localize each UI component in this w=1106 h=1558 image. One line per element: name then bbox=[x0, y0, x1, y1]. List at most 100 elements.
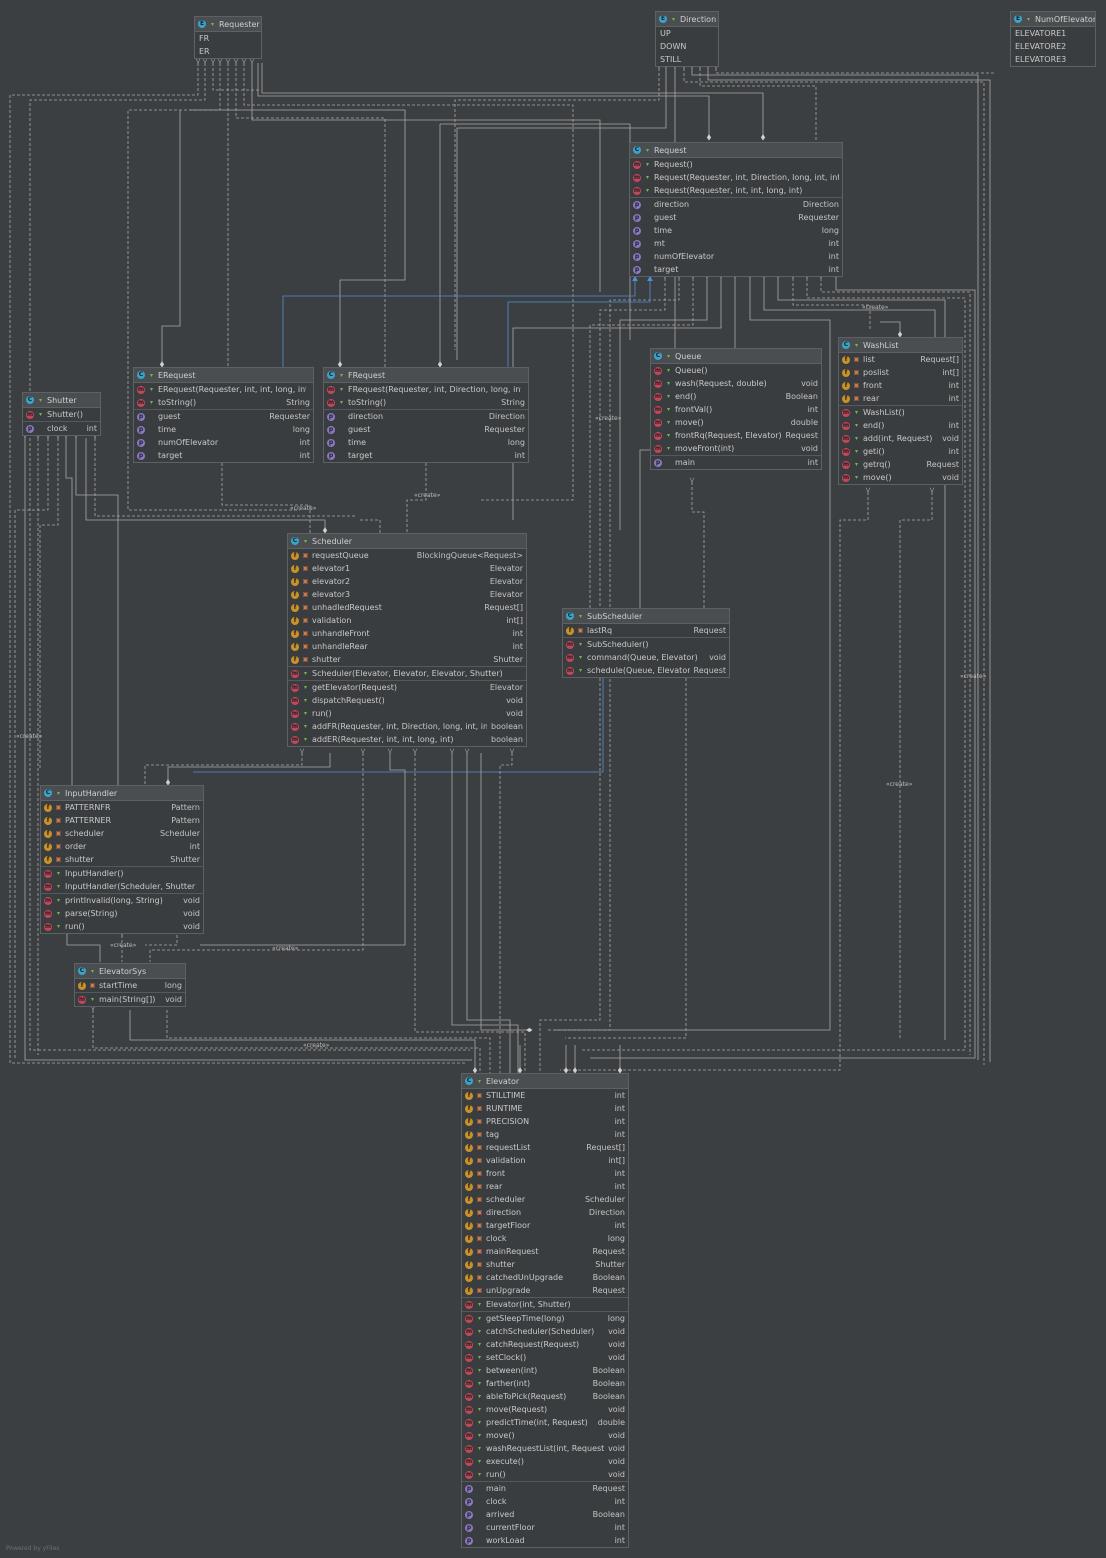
scheduler-fields-row[interactable]: f ▣ unhadledRequest Request[] bbox=[288, 601, 526, 614]
elevator-properties-row[interactable]: p clock int bbox=[462, 1495, 628, 1508]
erequest-methods-row[interactable]: m ▾ ERequest(Requester, int, int, long, in… bbox=[134, 383, 313, 396]
washlist-class-box[interactable]: C ▾ WashList f ▣ list Request[] f ▣ poslist int[] f… bbox=[838, 337, 963, 485]
queue-methods-row[interactable]: m ▾ moveFront(int) void bbox=[651, 442, 821, 455]
elevator-fields-row[interactable]: f ▣ clock long bbox=[462, 1232, 628, 1245]
shutter-methods-row[interactable]: m ▾ Shutter() bbox=[23, 408, 100, 421]
scheduler-fields-row[interactable]: f ▣ elevator1 Elevator bbox=[288, 562, 526, 575]
shutter-properties-row[interactable]: p clock int bbox=[23, 422, 100, 435]
queue-methods-row[interactable]: m ▾ move() double bbox=[651, 416, 821, 429]
num_of_elevator-class-box[interactable]: E ▾ NumOfElevator ELEVATORE1 ELEVATORE2 ELEVA… bbox=[1010, 11, 1096, 67]
elevator-fields-row[interactable]: f ▣ validation int[] bbox=[462, 1154, 628, 1167]
elevator-class-box[interactable]: C ▾ Elevator f ▣ STILLTIME int f ▣ RUNTIME int f ▣ PR… bbox=[461, 1073, 629, 1548]
elevator-fields-row[interactable]: f ▣ mainRequest Request bbox=[462, 1245, 628, 1258]
washlist-fields-row[interactable]: f ▣ poslist int[] bbox=[839, 366, 962, 379]
scheduler-methods-row[interactable]: m ▾ addFR(Requester, int, Direction, long,… bbox=[288, 720, 526, 733]
erequest-properties-row[interactable]: p target int bbox=[134, 449, 313, 462]
elevator-methods-row[interactable]: m ▾ execute() void bbox=[462, 1455, 628, 1468]
elevatorsys-methods-row[interactable]: m ▾ main(String[]) void bbox=[75, 993, 185, 1006]
elevator-methods-row[interactable]: m ▾ move(Request) void bbox=[462, 1403, 628, 1416]
scheduler-methods-row[interactable]: m ▾ run() void bbox=[288, 707, 526, 720]
inputhandler-constructors-row[interactable]: m ▾ InputHandler(Scheduler, Shutter) bbox=[41, 880, 203, 893]
scheduler-constructors-row[interactable]: m ▾ Scheduler(Elevator, Elevator, Elevator… bbox=[288, 667, 526, 680]
elevator-constructors-row[interactable]: m ▾ Elevator(int, Shutter) bbox=[462, 1298, 628, 1311]
frequest-methods-row[interactable]: m ▾ toString() String bbox=[324, 396, 528, 409]
requester-constant-row[interactable]: ER bbox=[195, 45, 261, 58]
elevator-fields-row[interactable]: f ▣ direction Direction bbox=[462, 1206, 628, 1219]
num_of_elevator-class-header[interactable]: E ▾ NumOfElevator bbox=[1011, 12, 1095, 27]
washlist-methods-row[interactable]: m ▾ WashList() bbox=[839, 406, 962, 419]
elevator-class-header[interactable]: C ▾ Elevator bbox=[462, 1074, 628, 1089]
erequest-properties-row[interactable]: p numOfElevator int bbox=[134, 436, 313, 449]
elevator-fields-row[interactable]: f ▣ STILLTIME int bbox=[462, 1089, 628, 1102]
requester-constant-row[interactable]: FR bbox=[195, 32, 261, 45]
elevator-fields-row[interactable]: f ▣ targetFloor int bbox=[462, 1219, 628, 1232]
frequest-properties-row[interactable]: p direction Direction bbox=[324, 410, 528, 423]
washlist-methods-row[interactable]: m ▾ move() void bbox=[839, 471, 962, 484]
scheduler-methods-row[interactable]: m ▾ addER(Requester, int, int, long, int) b… bbox=[288, 733, 526, 746]
scheduler-fields-row[interactable]: f ▣ elevator3 Elevator bbox=[288, 588, 526, 601]
request-class-box[interactable]: C ▾ Request m ▾ Request() m ▾ Request(Requester,… bbox=[629, 142, 843, 277]
queue-methods-row[interactable]: m ▾ frontVal() int bbox=[651, 403, 821, 416]
queue-methods-row[interactable]: m ▾ frontRq(Request, Elevator) Request bbox=[651, 429, 821, 442]
subscheduler-methods-row[interactable]: m ▾ schedule(Queue, Elevator) Request bbox=[563, 664, 729, 677]
scheduler-fields-row[interactable]: f ▣ shutter Shutter bbox=[288, 653, 526, 666]
request-class-header[interactable]: C ▾ Request bbox=[630, 143, 842, 158]
washlist-methods-row[interactable]: m ▾ add(int, Request) void bbox=[839, 432, 962, 445]
washlist-fields-row[interactable]: f ▣ front int bbox=[839, 379, 962, 392]
inputhandler-fields-row[interactable]: f ▣ PATTERNER Pattern bbox=[41, 814, 203, 827]
direction-class-box[interactable]: E ▾ Direction UP DOWN STILL bbox=[655, 11, 719, 67]
inputhandler-class-header[interactable]: C ▾ InputHandler bbox=[41, 786, 203, 801]
scheduler-fields-row[interactable]: f ▣ requestQueue BlockingQueue<Request> bbox=[288, 549, 526, 562]
queue-methods-row[interactable]: m ▾ end() Boolean bbox=[651, 390, 821, 403]
washlist-class-header[interactable]: C ▾ WashList bbox=[839, 338, 962, 353]
elevator-methods-row[interactable]: m ▾ washRequestList(int, Request) void bbox=[462, 1442, 628, 1455]
inputhandler-class-box[interactable]: C ▾ InputHandler f ▣ PATTERNFR Pattern f ▣ PATTER… bbox=[40, 785, 204, 934]
requester-class-header[interactable]: E ▾ Requester bbox=[195, 17, 261, 32]
erequest-class-header[interactable]: C ▾ ERequest bbox=[134, 368, 313, 383]
shutter-class-box[interactable]: C ▾ Shutter m ▾ Shutter() p clock int bbox=[22, 392, 101, 436]
washlist-fields-row[interactable]: f ▣ rear int bbox=[839, 392, 962, 405]
elevator-properties-row[interactable]: p main Request bbox=[462, 1482, 628, 1495]
washlist-methods-row[interactable]: m ▾ getrq() Request bbox=[839, 458, 962, 471]
inputhandler-methods-row[interactable]: m ▾ printInvalid(long, String) void bbox=[41, 894, 203, 907]
elevatorsys-class-header[interactable]: C ▾ ElevatorSys bbox=[75, 964, 185, 979]
queue-methods-row[interactable]: m ▾ Queue() bbox=[651, 364, 821, 377]
scheduler-class-header[interactable]: C ▾ Scheduler bbox=[288, 534, 526, 549]
request-properties-row[interactable]: p time long bbox=[630, 224, 842, 237]
num_of_elevator-constant-row[interactable]: ELEVATORE3 bbox=[1011, 53, 1095, 66]
frequest-properties-row[interactable]: p guest Requester bbox=[324, 423, 528, 436]
frequest-properties-row[interactable]: p time long bbox=[324, 436, 528, 449]
elevator-methods-row[interactable]: m ▾ move() void bbox=[462, 1429, 628, 1442]
erequest-methods-row[interactable]: m ▾ toString() String bbox=[134, 396, 313, 409]
direction-class-header[interactable]: E ▾ Direction bbox=[656, 12, 718, 27]
direction-constant-row[interactable]: UP bbox=[656, 27, 718, 40]
request-properties-row[interactable]: p target int bbox=[630, 263, 842, 276]
num_of_elevator-constant-row[interactable]: ELEVATORE2 bbox=[1011, 40, 1095, 53]
subscheduler-methods-row[interactable]: m ▾ SubScheduler() bbox=[563, 638, 729, 651]
direction-constant-row[interactable]: STILL bbox=[656, 53, 718, 66]
elevator-properties-row[interactable]: p workLoad int bbox=[462, 1534, 628, 1547]
request-methods-row[interactable]: m ▾ Request(Requester, int, int, long, int… bbox=[630, 184, 842, 197]
elevator-methods-row[interactable]: m ▾ catchScheduler(Scheduler) void bbox=[462, 1325, 628, 1338]
queue-properties-row[interactable]: p main int bbox=[651, 456, 821, 469]
elevator-methods-row[interactable]: m ▾ between(int) Boolean bbox=[462, 1364, 628, 1377]
inputhandler-methods-row[interactable]: m ▾ run() void bbox=[41, 920, 203, 933]
queue-class-header[interactable]: C ▾ Queue bbox=[651, 349, 821, 364]
subscheduler-methods-row[interactable]: m ▾ command(Queue, Elevator) void bbox=[563, 651, 729, 664]
elevator-fields-row[interactable]: f ▣ PRECISION int bbox=[462, 1115, 628, 1128]
subscheduler-class-header[interactable]: C ▾ SubScheduler bbox=[563, 609, 729, 624]
scheduler-fields-row[interactable]: f ▣ validation int[] bbox=[288, 614, 526, 627]
queue-methods-row[interactable]: m ▾ wash(Request, double) void bbox=[651, 377, 821, 390]
elevator-methods-row[interactable]: m ▾ farther(int) Boolean bbox=[462, 1377, 628, 1390]
elevator-fields-row[interactable]: f ▣ tag int bbox=[462, 1128, 628, 1141]
inputhandler-fields-row[interactable]: f ▣ order int bbox=[41, 840, 203, 853]
erequest-properties-row[interactable]: p time long bbox=[134, 423, 313, 436]
request-properties-row[interactable]: p guest Requester bbox=[630, 211, 842, 224]
scheduler-fields-row[interactable]: f ▣ elevator2 Elevator bbox=[288, 575, 526, 588]
elevator-properties-row[interactable]: p arrived Boolean bbox=[462, 1508, 628, 1521]
inputhandler-fields-row[interactable]: f ▣ PATTERNFR Pattern bbox=[41, 801, 203, 814]
elevator-methods-row[interactable]: m ▾ getSleepTime(long) long bbox=[462, 1312, 628, 1325]
elevator-fields-row[interactable]: f ▣ rear int bbox=[462, 1180, 628, 1193]
frequest-methods-row[interactable]: m ▾ FRequest(Requester, int, Direction, lo… bbox=[324, 383, 528, 396]
scheduler-fields-row[interactable]: f ▣ unhandleFront int bbox=[288, 627, 526, 640]
